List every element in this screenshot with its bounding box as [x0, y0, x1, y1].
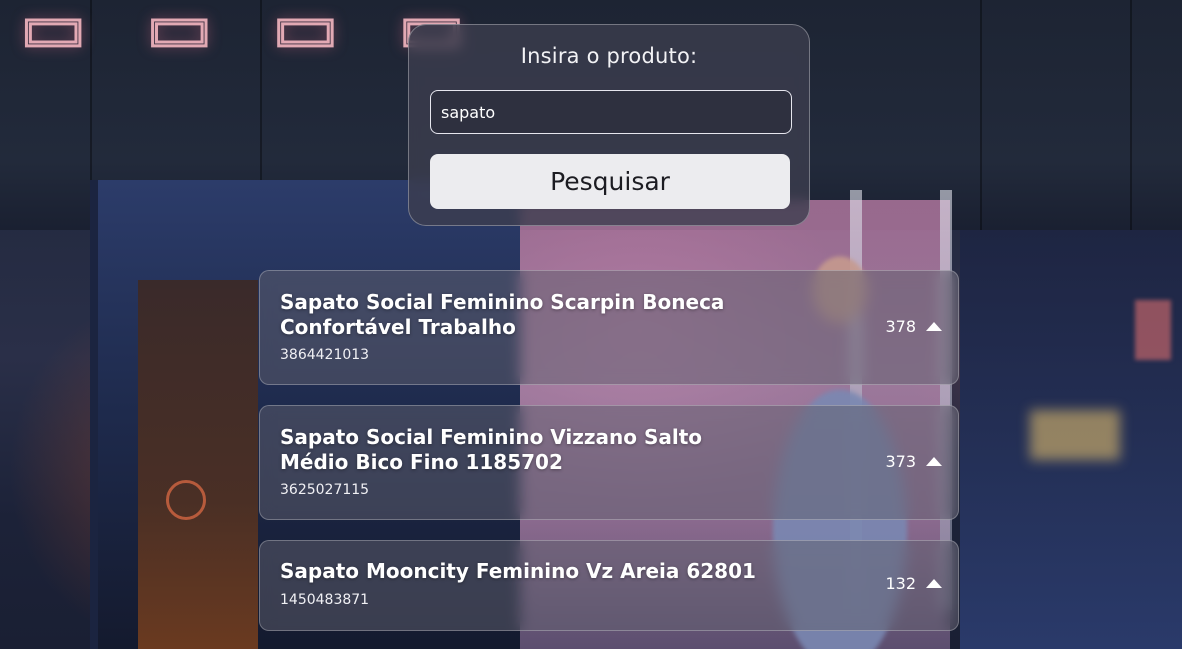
result-item[interactable]: Sapato Social Feminino Scarpin Boneca Co…: [259, 270, 959, 385]
result-item[interactable]: Sapato Mooncity Feminino Vz Areia 62801 …: [259, 540, 959, 631]
street-sign: [1135, 300, 1171, 360]
street-light: [1030, 410, 1120, 460]
vote-count: 373: [885, 452, 916, 471]
result-votes: 132: [885, 574, 942, 593]
result-title: Sapato Social Feminino Vizzano Salto Méd…: [280, 425, 703, 474]
result-id: 3625027115: [280, 482, 370, 498]
result-title: Sapato Mooncity Feminino Vz Areia 62801: [280, 559, 756, 583]
vote-count: 132: [885, 574, 916, 593]
search-button[interactable]: Pesquisar: [430, 154, 790, 209]
result-item[interactable]: Sapato Social Feminino Vizzano Salto Méd…: [259, 405, 959, 520]
facade-divider: [980, 0, 982, 230]
search-card: Insira o produto: Pesquisar: [408, 24, 810, 226]
result-title: Sapato Social Feminino Scarpin Boneca Co…: [280, 290, 725, 339]
search-title: Insira o produto:: [520, 44, 698, 68]
result-votes: 378: [885, 317, 942, 336]
vote-count: 378: [885, 317, 916, 336]
search-input[interactable]: [430, 90, 792, 134]
result-id: 1450483871: [280, 592, 370, 608]
upvote-icon[interactable]: [926, 579, 942, 588]
upvote-icon[interactable]: [926, 457, 942, 466]
facade-divider: [1130, 0, 1132, 230]
poster-logo: [166, 480, 206, 520]
upvote-icon[interactable]: [926, 322, 942, 331]
result-votes: 373: [885, 452, 942, 471]
kiosk-poster: [138, 280, 258, 649]
result-id: 3864421013: [280, 347, 370, 363]
